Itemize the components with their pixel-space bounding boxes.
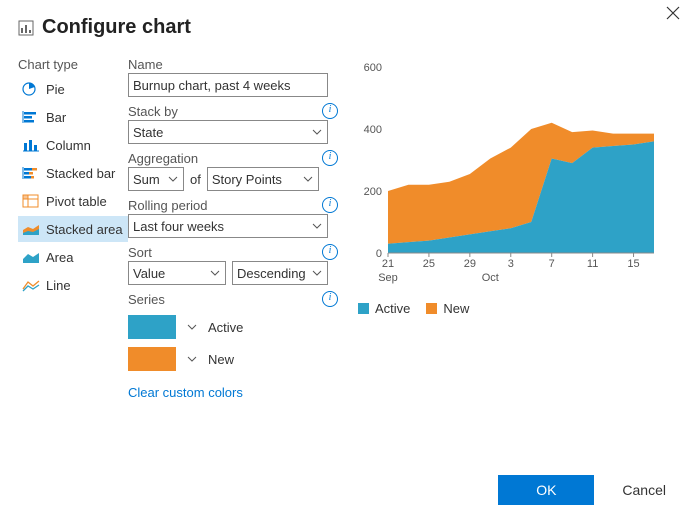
svg-text:21: 21 — [382, 258, 394, 270]
aggregation-fn-select[interactable]: Sum — [128, 167, 184, 191]
chart-type-line[interactable]: Line — [18, 272, 128, 298]
chevron-down-icon[interactable] — [186, 354, 198, 364]
sort-dir-value: Descending — [237, 266, 306, 281]
chart-type-label-text: Line — [46, 278, 71, 293]
chart-type-stacked-bar[interactable]: Stacked bar — [18, 160, 128, 186]
aggregation-field-value: Story Points — [212, 172, 282, 187]
chart-options-panel: Name Stack by i State Aggregation i — [128, 57, 338, 406]
svg-text:200: 200 — [364, 186, 382, 198]
column-icon — [22, 138, 40, 152]
chevron-down-icon — [167, 174, 179, 184]
bar-icon — [22, 110, 40, 124]
svg-text:Sep: Sep — [378, 272, 398, 284]
chevron-down-icon — [311, 127, 323, 137]
chart-type-label-text: Pie — [46, 82, 65, 97]
chevron-down-icon[interactable] — [186, 322, 198, 332]
chevron-down-icon — [311, 221, 323, 231]
svg-text:11: 11 — [587, 258, 598, 270]
chart-type-label-text: Stacked bar — [46, 166, 115, 181]
info-icon[interactable]: i — [322, 150, 338, 166]
ok-button[interactable]: OK — [498, 475, 594, 505]
clear-custom-colors-link[interactable]: Clear custom colors — [128, 385, 243, 400]
stack-by-value: State — [133, 125, 163, 140]
stacked-bar-icon — [22, 166, 40, 180]
chart-preview-panel: 0200400600212529371115SepOct Active New — [338, 57, 676, 406]
chart-type-panel: Chart type Pie Bar Column Stacked bar Pi… — [18, 57, 128, 406]
chart-type-stacked-area[interactable]: Stacked area — [18, 216, 128, 242]
svg-text:3: 3 — [508, 258, 514, 270]
pie-icon — [22, 82, 40, 96]
name-label: Name — [128, 57, 163, 72]
series-name: New — [208, 352, 234, 367]
chart-type-label-text: Bar — [46, 110, 66, 125]
sort-label: Sort — [128, 245, 152, 260]
name-input[interactable] — [128, 73, 328, 97]
svg-text:400: 400 — [364, 124, 382, 136]
series-row-new: New — [128, 347, 338, 371]
pivot-table-icon — [22, 194, 40, 208]
chevron-down-icon — [302, 174, 314, 184]
configure-chart-dialog: Configure chart Chart type Pie Bar Colum… — [0, 0, 694, 523]
chart-type-pie[interactable]: Pie — [18, 76, 128, 102]
legend-swatch — [358, 303, 369, 314]
legend-label: New — [443, 301, 469, 316]
chart-type-label-text: Pivot table — [46, 194, 107, 209]
series-name: Active — [208, 320, 243, 335]
color-swatch[interactable] — [128, 315, 176, 339]
legend-swatch — [426, 303, 437, 314]
info-icon[interactable]: i — [322, 197, 338, 213]
chevron-down-icon — [209, 268, 221, 278]
aggregation-label: Aggregation — [128, 151, 198, 166]
chart-icon — [18, 20, 34, 36]
stacked-area-icon — [22, 222, 40, 236]
line-icon — [22, 278, 40, 292]
of-label: of — [190, 172, 201, 187]
chart-type-column[interactable]: Column — [18, 132, 128, 158]
info-icon[interactable]: i — [322, 291, 338, 307]
svg-text:7: 7 — [549, 258, 555, 270]
legend-item-active: Active — [358, 301, 410, 316]
svg-text:25: 25 — [423, 258, 435, 270]
close-icon[interactable] — [666, 6, 680, 25]
area-icon — [22, 250, 40, 264]
dialog-buttons: OK Cancel — [498, 475, 672, 505]
svg-text:Oct: Oct — [482, 272, 499, 284]
color-swatch[interactable] — [128, 347, 176, 371]
legend-item-new: New — [426, 301, 469, 316]
cancel-button[interactable]: Cancel — [616, 481, 672, 499]
chart-type-area[interactable]: Area — [18, 244, 128, 270]
chart-type-label: Chart type — [18, 57, 128, 72]
svg-text:29: 29 — [464, 258, 476, 270]
chevron-down-icon — [311, 268, 323, 278]
chart-type-pivot-table[interactable]: Pivot table — [18, 188, 128, 214]
sort-field-select[interactable]: Value — [128, 261, 226, 285]
rolling-label: Rolling period — [128, 198, 208, 213]
rolling-value: Last four weeks — [133, 219, 224, 234]
chart-type-label-text: Area — [46, 250, 73, 265]
rolling-period-select[interactable]: Last four weeks — [128, 214, 328, 238]
legend-label: Active — [375, 301, 410, 316]
chart-legend: Active New — [358, 301, 676, 316]
svg-text:600: 600 — [364, 62, 382, 74]
dialog-title: Configure chart — [42, 16, 191, 39]
aggregation-field-select[interactable]: Story Points — [207, 167, 319, 191]
aggregation-fn-value: Sum — [133, 172, 160, 187]
chart-type-label-text: Stacked area — [46, 222, 123, 237]
chart-type-bar[interactable]: Bar — [18, 104, 128, 130]
stack-by-label: Stack by — [128, 104, 178, 119]
series-row-active: Active — [128, 315, 338, 339]
series-label: Series — [128, 292, 165, 307]
svg-text:15: 15 — [627, 258, 639, 270]
dialog-header: Configure chart — [0, 0, 694, 39]
stacked-area-chart: 0200400600212529371115SepOct — [358, 57, 658, 287]
stack-by-select[interactable]: State — [128, 120, 328, 144]
sort-dir-select[interactable]: Descending — [232, 261, 328, 285]
chart-type-label-text: Column — [46, 138, 91, 153]
info-icon[interactable]: i — [322, 103, 338, 119]
sort-field-value: Value — [133, 266, 165, 281]
info-icon[interactable]: i — [322, 244, 338, 260]
